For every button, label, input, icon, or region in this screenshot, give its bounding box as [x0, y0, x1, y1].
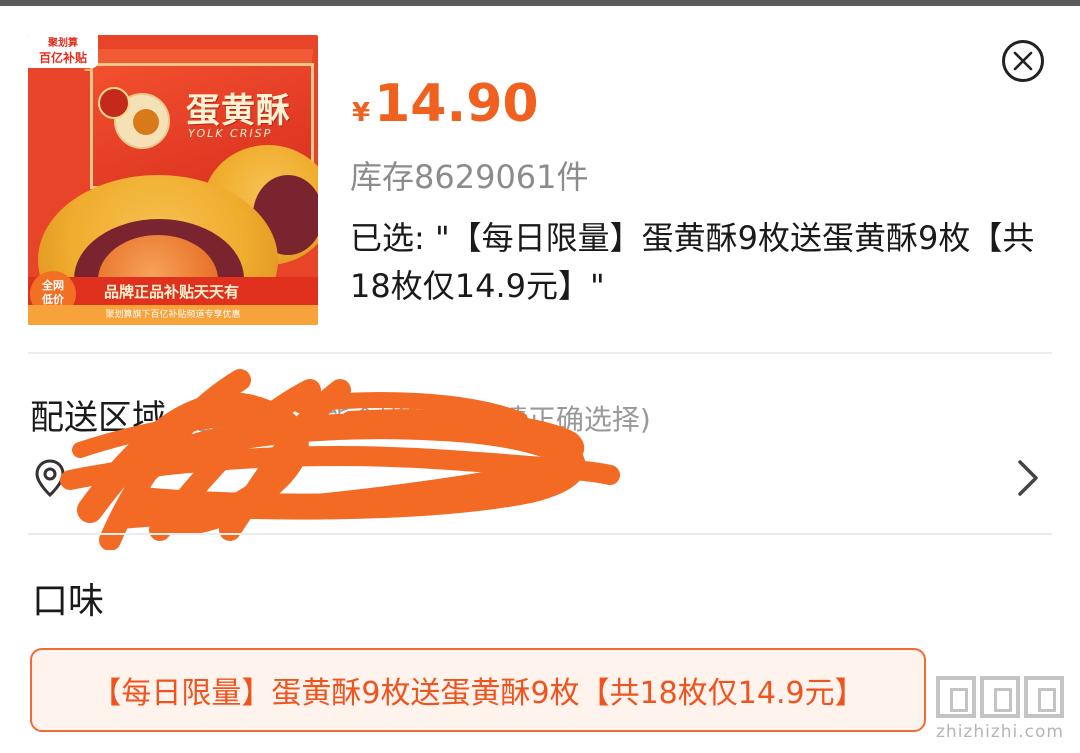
image-footer: 聚划算旗下百亿补贴频道专享优惠: [28, 305, 318, 325]
location-pin-icon: [35, 459, 65, 498]
flavor-option-selected[interactable]: 【每日限量】蛋黄酥9枚送蛋黄酥9枚【共18枚仅14.9元】: [30, 648, 926, 732]
badge-line2: 百亿补贴: [38, 51, 87, 65]
currency-symbol: ¥: [352, 98, 371, 128]
price-value: 14.90: [374, 74, 539, 134]
stock-count: 库存8629061件: [350, 158, 589, 196]
image-title: 蛋黄酥: [186, 91, 291, 131]
delivery-hint: (配送区域可能会影响库存,请正确选择): [172, 403, 651, 436]
close-button[interactable]: [1002, 40, 1044, 82]
image-subtitle: YOLK CRISP: [188, 127, 273, 140]
brand-logo: [98, 87, 130, 119]
divider: [28, 352, 1052, 354]
flavor-label: 口味: [32, 581, 105, 622]
price: ¥ 14.90: [352, 74, 539, 134]
watermark-logo: [936, 676, 1076, 718]
delivery-label: 配送区域: [30, 398, 166, 438]
close-icon: [1013, 51, 1033, 71]
top-strip: [0, 0, 1080, 6]
watermark-text: zhizhizhi.com: [936, 722, 1064, 742]
chevron-right-icon[interactable]: [1012, 456, 1044, 500]
delivery-address[interactable]: [76, 460, 636, 500]
watermark: zhizhizhi.com: [936, 676, 1076, 748]
divider: [28, 533, 1052, 535]
image-banner-text: 品牌正品补贴天天有: [104, 283, 240, 301]
delivery-section-label: 配送区域 (配送区域可能会影响库存,请正确选择): [30, 390, 651, 439]
selected-variant: 已选: "【每日限量】蛋黄酥9枚送蛋黄酥9枚【共18枚仅14.9元】": [350, 219, 1035, 305]
redaction-scribble: [60, 369, 620, 550]
image-badge: 聚划算 百亿补贴: [28, 35, 98, 68]
product-image[interactable]: 聚划算 百亿补贴 蛋黄酥 YOLK CRISP 品牌正品补贴天天有 全网 低价 …: [28, 35, 318, 325]
low-price-line1: 全网: [42, 279, 64, 292]
flavor-option-label: 【每日限量】蛋黄酥9枚送蛋黄酥9枚【共18枚仅14.9元】: [91, 676, 865, 711]
badge-line1: 聚划算: [48, 38, 78, 49]
